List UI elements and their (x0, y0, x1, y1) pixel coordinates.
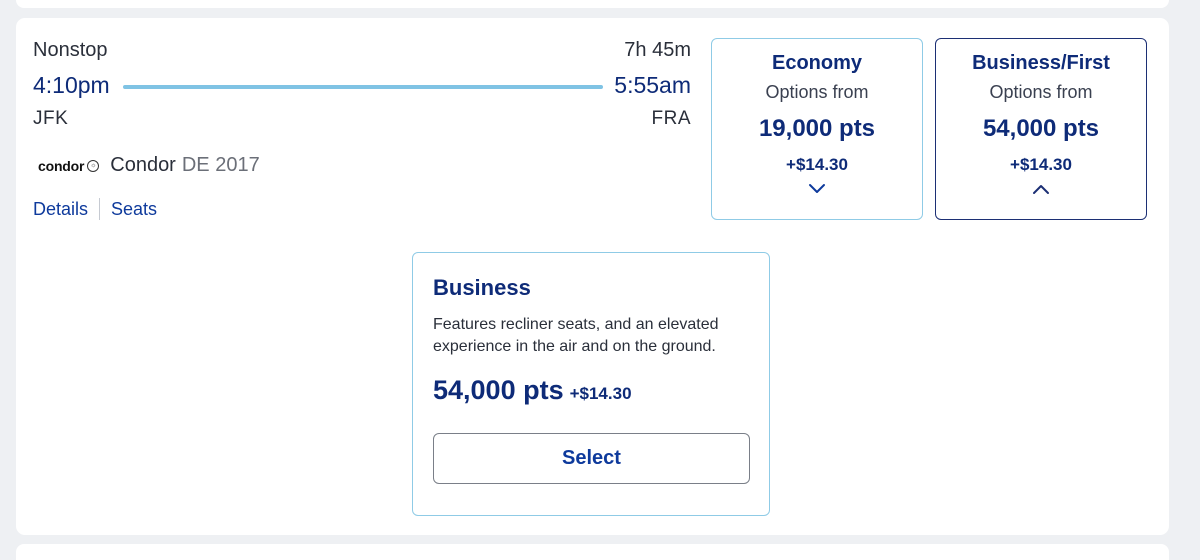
economy-fare-card[interactable]: Economy Options from 19,000 pts +$14.30 (711, 38, 923, 220)
business-first-fare-card[interactable]: Business/First Options from 54,000 pts +… (935, 38, 1147, 220)
fare-title: Economy (771, 52, 863, 74)
fare-detail-title: Business (433, 275, 531, 300)
route-line (123, 85, 603, 89)
flight-links: Details Seats (33, 198, 157, 220)
arrival-time: 5:55am (614, 72, 691, 98)
flight-duration: 7h 45m (624, 39, 691, 61)
departure-time: 4:10pm (33, 72, 110, 98)
stop-type: Nonstop (33, 39, 108, 61)
fare-points: 54,000 pts (982, 115, 1100, 142)
seats-link[interactable]: Seats (111, 199, 157, 220)
airline-name: Condor (110, 154, 176, 176)
next-result-card (16, 544, 1169, 560)
airline-logo: condor ☼ (38, 157, 100, 174)
fare-subtitle: Options from (989, 82, 1093, 102)
link-divider (99, 198, 101, 220)
fare-fee: +$14.30 (1010, 155, 1072, 174)
fare-detail-points: 54,000 pts (433, 375, 564, 405)
fare-detail-fee: +$14.30 (569, 384, 632, 403)
chevron-up-icon[interactable] (936, 183, 1146, 201)
airline-info: condor ☼ Condor DE 2017 (38, 154, 260, 177)
flight-result-card: Nonstop 7h 45m 4:10pm 5:55am JFK FRA con… (16, 18, 1169, 535)
fare-subtitle: Options from (765, 82, 869, 102)
arrival-airport: FRA (651, 108, 691, 129)
condor-logo-mark-icon: ☼ (87, 159, 100, 172)
fare-points: 19,000 pts (758, 115, 876, 142)
previous-result-card (16, 0, 1169, 8)
chevron-down-icon[interactable] (712, 183, 922, 201)
select-button[interactable]: Select (433, 433, 750, 484)
airline-logo-text: condor (38, 157, 85, 174)
fare-detail-panel: Business Features recliner seats, and an… (412, 252, 770, 516)
fare-detail-description: Features recliner seats, and an elevated… (433, 316, 719, 355)
fare-title: Business/First (972, 52, 1110, 74)
flight-number: DE 2017 (181, 154, 260, 176)
departure-airport: JFK (33, 108, 69, 129)
details-link[interactable]: Details (33, 199, 88, 220)
fare-detail-price: 54,000 pts +$14.30 (433, 375, 632, 406)
fare-fee: +$14.30 (786, 155, 848, 174)
